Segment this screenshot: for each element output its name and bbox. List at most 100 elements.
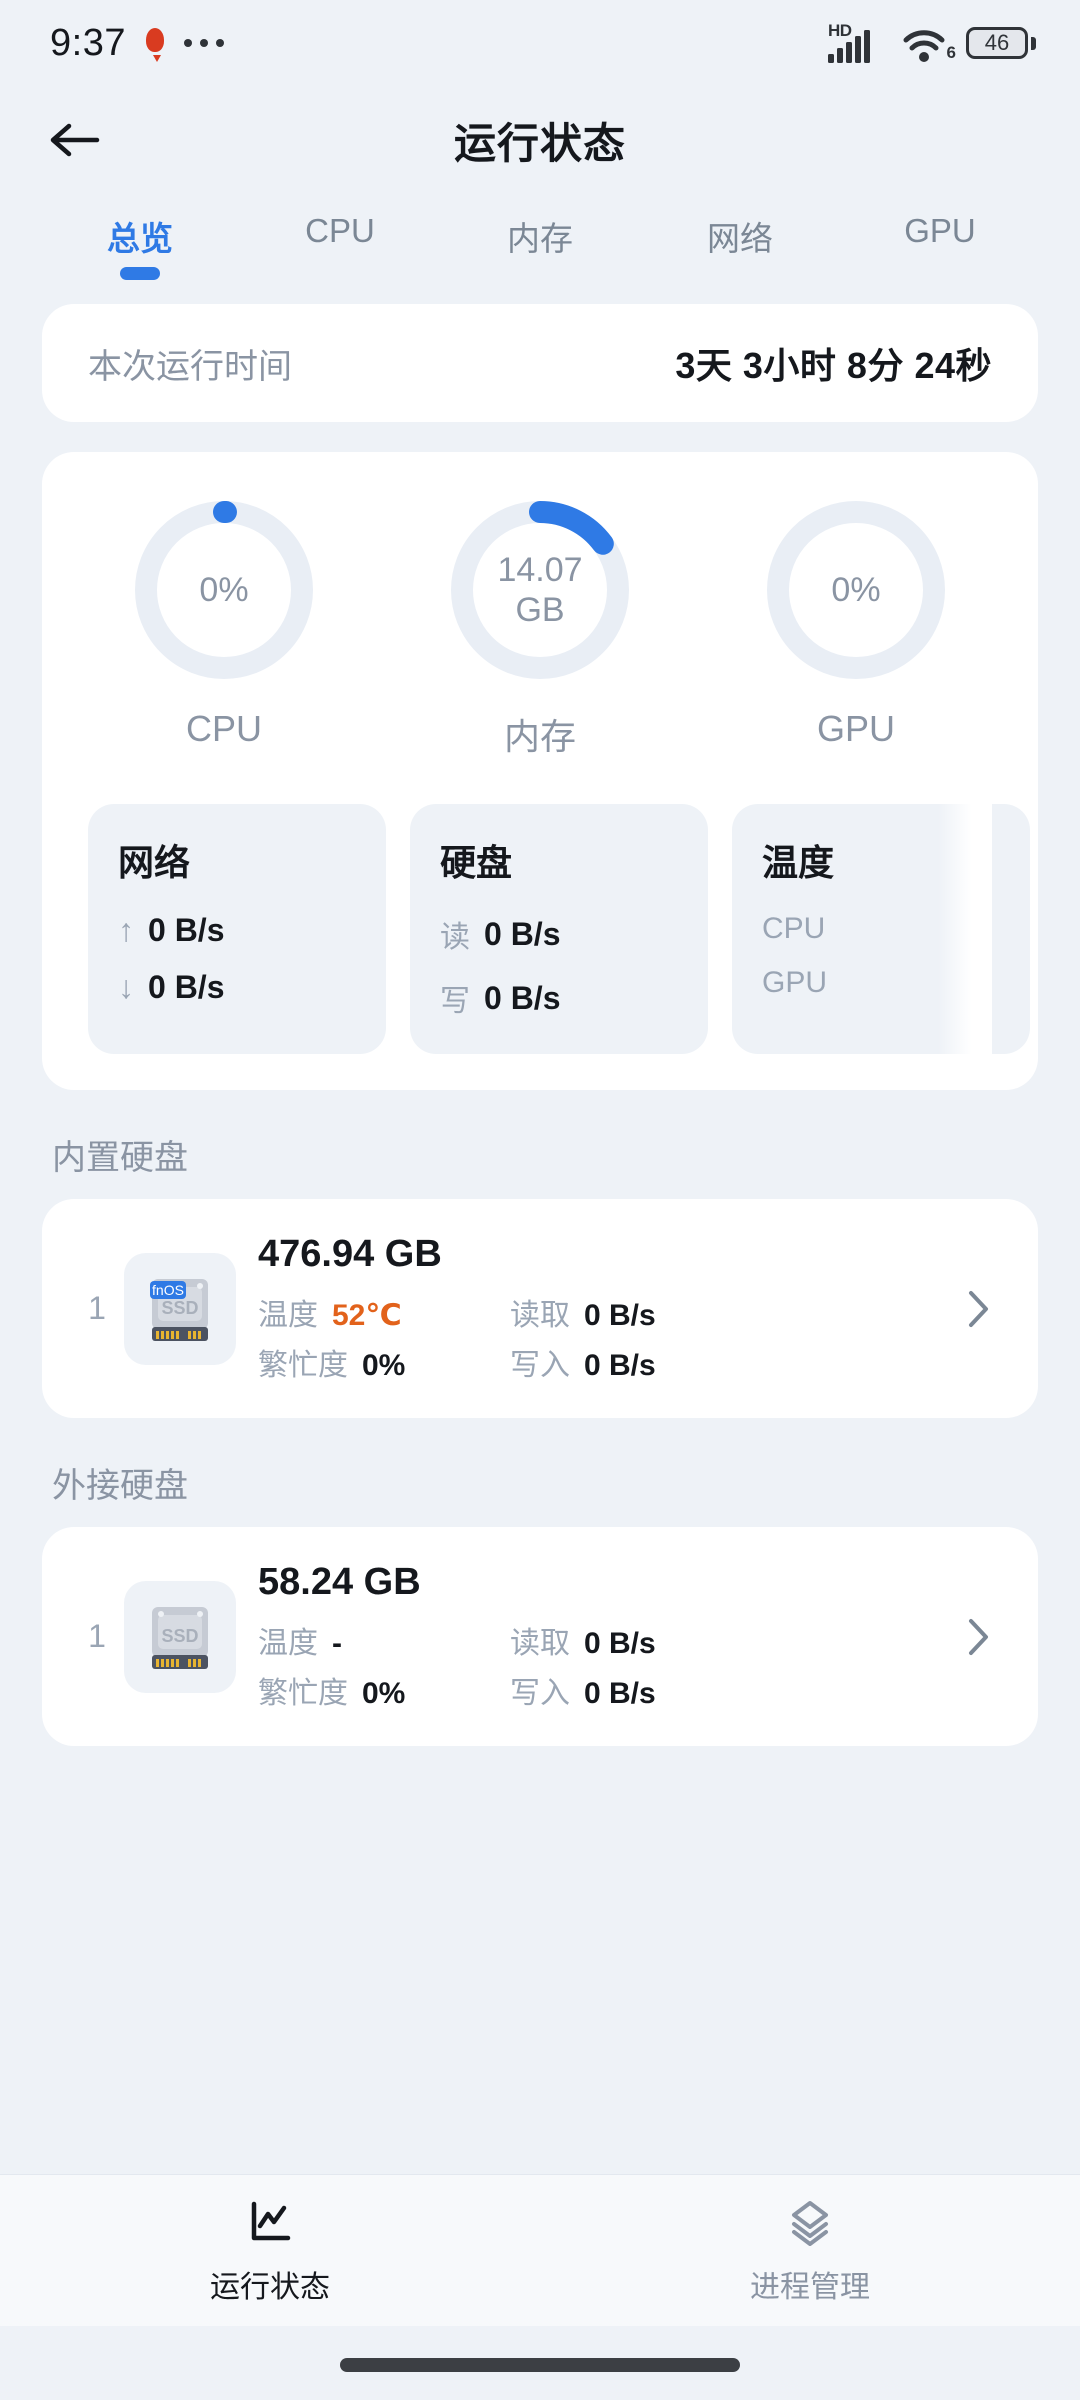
gauge-unit: GB — [515, 591, 565, 629]
uptime-label: 本次运行时间 — [88, 347, 292, 386]
gauge-ring: 0% — [130, 496, 318, 684]
mini-card-title: 网络 — [118, 842, 191, 883]
nav-item-running-status[interactable]: 运行状态 — [0, 2175, 540, 2326]
disk-write-value: 0 B/s — [484, 979, 561, 1016]
svg-text:SSD: SSD — [161, 1298, 198, 1318]
gauge-value: 0% — [831, 570, 881, 609]
chevron-right-icon[interactable] — [956, 1288, 1002, 1330]
network-upload-row: ↑ 0 B/s — [118, 912, 356, 949]
external-disk-row[interactable]: 1 SSD 58.24 GB 温度 - 繁忙度 0% 读取 0 B/s 写入 0… — [42, 1527, 1038, 1746]
tab-network[interactable]: 网络 — [640, 212, 840, 286]
gauge-row: 0% CPU 14.07 GB 内存 0% GPU — [42, 496, 1038, 760]
disk-write-row: 写入 0 B/s — [510, 1668, 780, 1712]
mini-card-disk[interactable]: 硬盘 读 0 B/s 写 0 B/s — [410, 804, 708, 1054]
disk-busy-value: 0% — [362, 1349, 406, 1382]
disk-temperature-label: 温度 — [258, 1299, 318, 1332]
status-time: 9:37 — [50, 21, 126, 64]
wifi-generation-label: 6 — [946, 43, 956, 62]
chart-line-icon — [251, 2201, 291, 2240]
nav-label: 进程管理 — [750, 2270, 870, 2304]
disk-index: 1 — [88, 1290, 106, 1326]
back-button[interactable] — [38, 104, 110, 176]
disk-write-label: 写 — [440, 985, 470, 1018]
nav-item-process-manager[interactable]: 进程管理 — [540, 2175, 1080, 2326]
disk-read-value: 0 B/s — [484, 915, 561, 952]
disk-busy-value: 0% — [362, 1677, 406, 1710]
internal-disk-row[interactable]: 1 SSD fnOS 476.94 GB 温度 52℃ 繁忙度 0% 读取 0 … — [42, 1199, 1038, 1418]
tab-label: GPU — [904, 212, 976, 249]
disk-temperature-value: 52℃ — [332, 1299, 402, 1332]
gauge-memory[interactable]: 14.07 GB 内存 — [420, 496, 660, 760]
gauge-cpu[interactable]: 0% CPU — [104, 496, 344, 760]
disk-temperature-row: 温度 - — [258, 1618, 510, 1662]
ssd-fnos-icon: SSD fnOS — [124, 1252, 236, 1365]
disk-temperature-value: - — [332, 1627, 342, 1660]
gauge-value: 0% — [199, 570, 249, 609]
wifi-icon: 6 — [902, 23, 956, 63]
disk-temperature-row: 温度 52℃ — [258, 1290, 510, 1334]
back-arrow-icon — [50, 123, 100, 157]
disk-busy-row: 繁忙度 0% — [258, 1340, 510, 1384]
gauge-label: GPU — [816, 708, 895, 749]
tab-label: 内存 — [507, 220, 573, 257]
home-indicator[interactable] — [340, 2358, 740, 2372]
disk-read-label: 读取 — [510, 1299, 570, 1332]
svg-text:SSD: SSD — [161, 1626, 198, 1646]
network-download-row: ↓ 0 B/s — [118, 969, 356, 1006]
disk-write-label: 写入 — [510, 1677, 570, 1710]
ellipsis-icon — [183, 39, 224, 47]
gauge-label: 内存 — [503, 716, 576, 757]
gauge-value: 14.07 — [497, 550, 583, 589]
disk-busy-row: 繁忙度 0% — [258, 1668, 510, 1712]
gauge-ring: 0% — [762, 496, 950, 684]
mini-card-network[interactable]: 网络 ↑ 0 B/s ↓ 0 B/s — [88, 804, 386, 1054]
disk-details: 58.24 GB 温度 - 繁忙度 0% 读取 0 B/s 写入 0 B/s — [258, 1561, 956, 1712]
bottom-navigation: 运行状态 进程管理 — [0, 2174, 1080, 2326]
tab-cpu[interactable]: CPU — [240, 212, 440, 286]
svg-text:fnOS: fnOS — [152, 1282, 184, 1298]
battery-percent: 46 — [984, 30, 1010, 55]
tab-overview[interactable]: 总览 — [40, 212, 240, 286]
uptime-value: 3天 3小时 8分 24秒 — [675, 345, 992, 386]
balloon-icon — [145, 28, 164, 62]
signal-icon: HD — [828, 21, 888, 65]
tab-memory[interactable]: 内存 — [440, 212, 640, 286]
arrow-down-icon: ↓ — [118, 969, 134, 1005]
arrow-up-icon: ↑ — [118, 912, 134, 948]
disk-write-value: 0 B/s — [584, 1349, 656, 1382]
mini-card-row[interactable]: 网络 ↑ 0 B/s ↓ 0 B/s 硬盘 读 0 B/s 写 0 B/s 温度… — [42, 804, 1038, 1054]
status-bar-left: 9:37 — [50, 22, 224, 65]
app-bar: 运行状态 — [0, 86, 1080, 194]
metrics-card: 0% CPU 14.07 GB 内存 0% GPU 网络 ↑ 0 B/s ↓ 0… — [42, 452, 1038, 1090]
network-upload-value: 0 B/s — [148, 912, 225, 948]
mini-card-title: 温度 — [762, 842, 835, 883]
tab-label: CPU — [305, 212, 375, 249]
app-screen: 9:37 HD 6 46 运行状态 总览 CPU 内存 网络 GPU 本次运行时… — [0, 0, 1080, 2400]
disk-details: 476.94 GB 温度 52℃ 繁忙度 0% 读取 0 B/s 写入 0 B/… — [258, 1233, 956, 1384]
status-bar-right: HD 6 46 — [828, 21, 1036, 65]
disk-read-value: 0 B/s — [584, 1299, 656, 1332]
temperature-gpu-row: GPU — [762, 966, 1000, 1000]
disk-index: 1 — [88, 1618, 106, 1654]
mini-card-temperature[interactable]: 温度 CPU GPU — [732, 804, 1030, 1054]
disk-read-row: 读取 0 B/s — [510, 1618, 780, 1662]
disk-capacity: 476.94 GB — [258, 1233, 442, 1275]
tab-gpu[interactable]: GPU — [840, 212, 1040, 286]
gauge-ring: 14.07 GB — [446, 496, 634, 684]
gauge-gpu[interactable]: 0% GPU — [736, 496, 976, 760]
nav-label: 运行状态 — [210, 2270, 330, 2304]
disk-write-row: 写入 0 B/s — [510, 1340, 780, 1384]
battery-icon: 46 — [966, 27, 1036, 59]
page-title: 运行状态 — [453, 119, 626, 167]
tab-bar: 总览 CPU 内存 网络 GPU — [0, 194, 1080, 286]
layers-icon — [792, 2200, 828, 2246]
disk-write-label: 写入 — [510, 1349, 570, 1382]
disk-write-row: 写 0 B/s — [440, 976, 678, 1020]
disk-read-label: 读取 — [510, 1627, 570, 1660]
disk-temperature-label: 温度 — [258, 1627, 318, 1660]
external-disk-section-label: 外接硬盘 — [52, 1467, 188, 1505]
tab-active-indicator — [120, 267, 160, 280]
chevron-right-icon[interactable] — [956, 1616, 1002, 1658]
temperature-cpu-row: CPU — [762, 912, 1000, 946]
temperature-cpu-label: CPU — [762, 912, 826, 945]
